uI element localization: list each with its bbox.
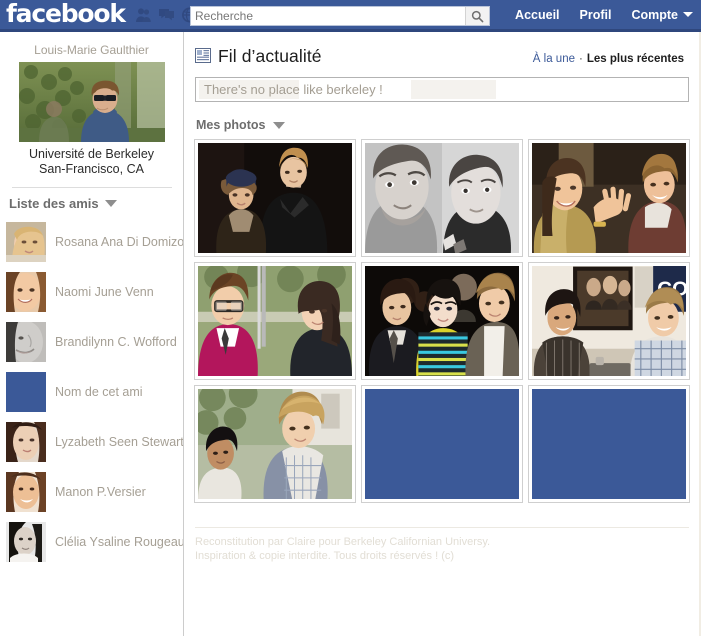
triangle-down-icon (104, 200, 117, 207)
status-input-text: There's no place like berkeley ! (204, 82, 383, 97)
facebook-logo[interactable]: facebook (6, 1, 126, 26)
top-right-navigation: Accueil Profil Compte (515, 0, 693, 29)
avatar[interactable] (6, 372, 46, 412)
avatar[interactable] (6, 222, 46, 262)
top-navigation-bar: facebook Recherche Accueil Profil Compte (0, 0, 701, 32)
feed-filter-recent[interactable]: Les plus récentes (587, 53, 684, 65)
footer-credit: Reconstitution par Claire pour Berkeley … (185, 528, 699, 563)
list-item-label: Manon P.Versier (55, 485, 146, 499)
status-input[interactable]: There's no place like berkeley ! (195, 77, 689, 102)
avatar[interactable] (6, 272, 46, 312)
list-item[interactable]: Lyzabeth Seen Stewart (6, 417, 183, 467)
search-input[interactable] (191, 7, 465, 25)
status-highlight-right (411, 80, 496, 99)
photo-tile[interactable] (528, 385, 690, 503)
footer-line-2: Inspiration & copie interdite. Tous droi… (195, 550, 455, 562)
list-item-label: Lyzabeth Seen Stewart (55, 435, 184, 449)
list-item-label: Clélia Ysaline Rougeau (55, 535, 184, 549)
photo-placeholder (532, 389, 686, 499)
profile-meta: Université de Berkeley San-Francisco, CA (0, 142, 183, 177)
feed-filter-separator: · (579, 53, 583, 65)
photo-thumbnail (365, 266, 519, 376)
list-item[interactable]: Brandilynn C. Wofford (6, 317, 183, 367)
search-button[interactable] (465, 7, 489, 25)
photo-thumbnail (198, 266, 352, 376)
search-bar[interactable] (190, 6, 490, 26)
photos-section-header[interactable]: Mes photos (185, 102, 699, 139)
photos-section-label: Mes photos (196, 118, 266, 132)
profile-location: San-Francisco, CA (39, 162, 144, 176)
page-body: Louis-Marie Gaulthier Université de Berk… (0, 32, 701, 636)
avatar[interactable] (6, 472, 46, 512)
profile-photo[interactable] (18, 62, 165, 142)
list-item-label: Brandilynn C. Wofford (55, 335, 177, 349)
chevron-down-icon (683, 11, 693, 17)
facebook-page: facebook Recherche Accueil Profil Compte… (0, 0, 701, 636)
profile-school: Université de Berkeley (28, 147, 155, 161)
photo-thumbnail (532, 143, 686, 253)
photo-tile[interactable]: CO (528, 262, 690, 380)
friends-icon[interactable] (135, 7, 152, 23)
avatar[interactable] (6, 322, 46, 362)
nav-link-compte-label: Compte (631, 7, 678, 22)
friends-list: Rosana Ana Di Domizo Naomi June Venn Bra… (0, 217, 183, 567)
photo-tile[interactable] (194, 139, 356, 257)
feed-filter-group: À la une · Les plus récentes (533, 48, 689, 65)
nav-link-profil[interactable]: Profil (580, 8, 612, 22)
friends-list-header[interactable]: Liste des amis (0, 188, 183, 217)
list-item[interactable]: Rosana Ana Di Domizo (6, 217, 183, 267)
left-sidebar: Louis-Marie Gaulthier Université de Berk… (0, 32, 184, 636)
footer-line-1: Reconstitution par Claire pour Berkeley … (195, 536, 491, 548)
photo-tile[interactable] (194, 385, 356, 503)
profile-name: Louis-Marie Gaulthier (34, 43, 149, 57)
list-item[interactable]: Naomi June Venn (6, 267, 183, 317)
page-title: Fil d’actualité (218, 46, 322, 66)
triangle-down-icon (273, 121, 286, 129)
search-icon (471, 10, 484, 22)
photo-tile[interactable] (361, 139, 523, 257)
photo-thumbnail (198, 389, 352, 499)
messages-icon[interactable] (158, 7, 175, 23)
top-nav-icon-group (135, 7, 198, 23)
list-item[interactable]: Clélia Ysaline Rougeau (6, 517, 183, 567)
photo-tile[interactable] (194, 262, 356, 380)
list-item-label: Rosana Ana Di Domizo (55, 235, 184, 249)
photo-tile[interactable] (361, 262, 523, 380)
photo-grid: CO (185, 139, 699, 503)
list-item-label: Naomi June Venn (55, 285, 154, 299)
list-item-label: Nom de cet ami (55, 385, 143, 399)
list-item[interactable]: Manon P.Versier (6, 467, 183, 517)
photo-thumbnail: CO (532, 266, 686, 376)
feed-header: Fil d’actualité À la une · Les plus réce… (185, 32, 699, 67)
main-content: Fil d’actualité À la une · Les plus réce… (185, 32, 701, 636)
avatar[interactable] (6, 422, 46, 462)
feed-filter-top[interactable]: À la une (533, 53, 575, 65)
photo-thumbnail (365, 143, 519, 253)
newsfeed-icon (195, 47, 211, 66)
photo-tile[interactable] (361, 385, 523, 503)
photo-placeholder (365, 389, 519, 499)
photo-thumbnail (198, 143, 352, 253)
list-item[interactable]: Nom de cet ami (6, 367, 183, 417)
nav-link-compte[interactable]: Compte (631, 8, 693, 22)
nav-link-accueil[interactable]: Accueil (515, 8, 559, 22)
avatar[interactable] (6, 522, 46, 562)
friends-list-label: Liste des amis (9, 196, 99, 211)
photo-tile[interactable] (528, 139, 690, 257)
